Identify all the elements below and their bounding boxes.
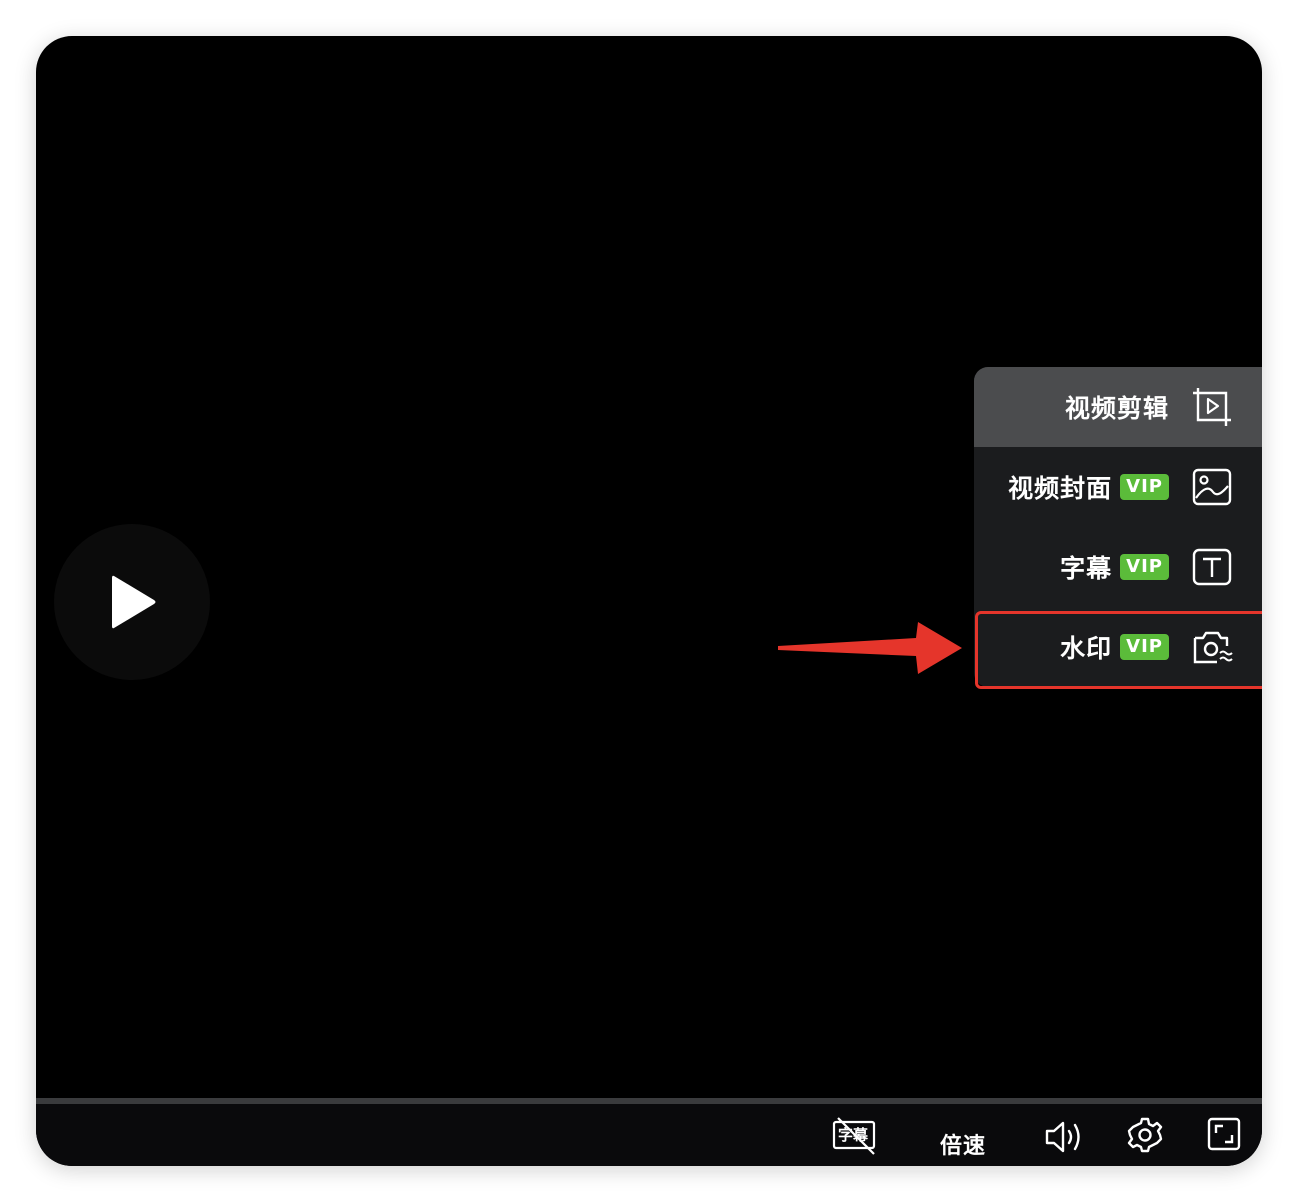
vip-badge: VIP <box>1120 474 1169 500</box>
control-bar: 字幕 倍速 <box>36 1104 1262 1166</box>
gear-icon <box>1127 1117 1163 1153</box>
vip-badge: VIP <box>1120 554 1169 580</box>
text-icon <box>1192 548 1232 586</box>
menu-item-label: 字幕 <box>1060 554 1113 583</box>
menu-item-label: 视频剪辑 <box>1064 394 1169 423</box>
camera-watermark-icon <box>1193 631 1233 664</box>
video-tools-menu: 视频剪辑 视频封面 VIP 字幕 VIP 水印 VIP <box>974 367 1262 687</box>
video-player[interactable]: 视频剪辑 视频封面 VIP 字幕 VIP 水印 VIP 字幕 倍速 <box>36 36 1262 1166</box>
vip-badge: VIP <box>1120 634 1169 660</box>
volume-button[interactable] <box>1044 1120 1084 1154</box>
menu-item-video-cover[interactable]: 视频封面 VIP <box>974 447 1262 527</box>
play-icon <box>112 575 156 629</box>
play-button[interactable] <box>54 524 210 680</box>
fullscreen-icon <box>1207 1117 1241 1151</box>
volume-icon <box>1045 1121 1080 1153</box>
menu-item-subtitle[interactable]: 字幕 VIP <box>974 527 1262 607</box>
fullscreen-button[interactable] <box>1206 1116 1242 1152</box>
speed-button[interactable]: 倍速 <box>940 1128 986 1160</box>
subtitle-toggle-button[interactable]: 字幕 <box>832 1116 878 1156</box>
settings-button[interactable] <box>1126 1116 1164 1154</box>
menu-item-label: 视频封面 <box>1008 474 1113 503</box>
image-icon <box>1192 468 1232 506</box>
menu-item-watermark[interactable]: 水印 VIP <box>974 607 1262 687</box>
menu-item-label: 水印 <box>1060 634 1113 663</box>
subtitle-toggle-label: 字幕 <box>838 1126 869 1144</box>
red-arrow-annotation <box>778 622 962 674</box>
video-edit-icon <box>1193 388 1231 426</box>
menu-item-video-edit[interactable]: 视频剪辑 <box>974 367 1262 447</box>
